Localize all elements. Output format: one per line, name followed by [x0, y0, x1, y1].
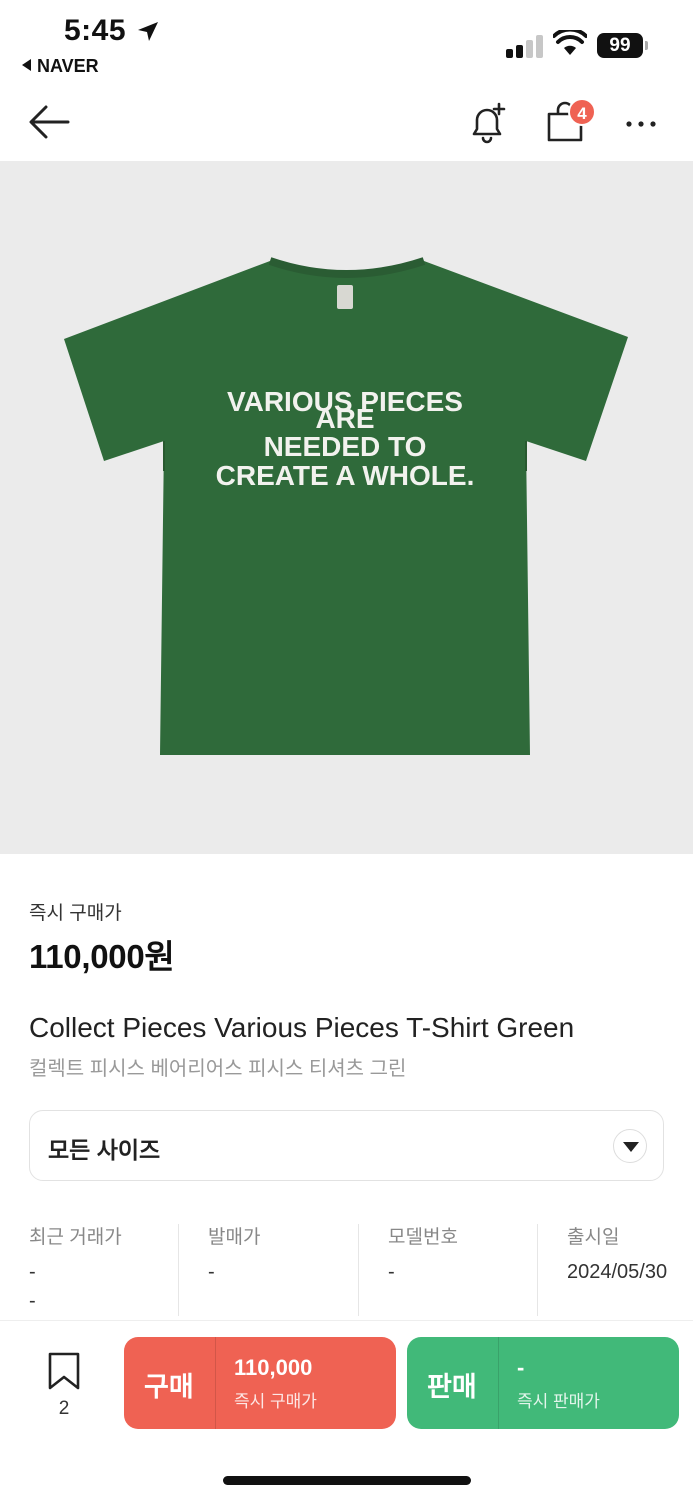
shirt-print-line-2: ARE	[315, 403, 374, 434]
bell-plus-icon	[472, 102, 506, 144]
info-divider	[358, 1224, 359, 1316]
location-arrow-icon	[138, 22, 158, 41]
bottom-action-bar: 2 구매 110,000 즉시 구매가 판매 - 즉시 판매가	[0, 1320, 693, 1500]
size-selector[interactable]: 모든 사이즈	[29, 1110, 664, 1181]
info-key: 모델번호	[388, 1227, 458, 1248]
back-arrow-icon	[29, 105, 70, 139]
info-value-secondary: -	[29, 1290, 36, 1312]
home-indicator[interactable]	[223, 1476, 471, 1485]
sell-button-amount: -	[517, 1355, 525, 1380]
battery-indicator: 99	[597, 33, 643, 58]
buy-button-amount: 110,000	[234, 1355, 313, 1380]
info-recent-trade: 최근 거래가 - -	[29, 1222, 122, 1318]
wifi-icon	[553, 30, 587, 55]
battery-nub	[645, 41, 648, 50]
more-icon	[626, 121, 656, 127]
product-info-grid: 최근 거래가 - - 발매가 - 모델번호 - 출시일 2024/05/30	[0, 1222, 693, 1318]
info-value: 2024/05/30	[567, 1261, 668, 1283]
t-shirt-image: VARIOUS PIECES ARE NEEDED TO CREATE A WH…	[64, 257, 628, 755]
buy-button-label: 구매	[144, 1372, 194, 1402]
top-navigation-bar: 4	[0, 84, 693, 160]
buy-button[interactable]: 구매 110,000 즉시 구매가	[124, 1337, 396, 1429]
buy-button-divider	[215, 1337, 216, 1429]
signal-icon	[506, 34, 546, 58]
info-release-price: 발매가 -	[208, 1222, 260, 1318]
more-options-button[interactable]	[624, 116, 658, 134]
info-model-number: 모델번호 -	[388, 1222, 458, 1318]
back-triangle-icon	[22, 59, 31, 71]
instant-buy-price: 110,000원	[29, 938, 175, 975]
status-time: 5:45	[64, 14, 127, 47]
info-divider	[178, 1224, 179, 1316]
back-button[interactable]	[28, 104, 70, 145]
wishlist-count: 2	[58, 1398, 70, 1419]
info-release-date: 출시일 2024/05/30	[567, 1222, 667, 1318]
info-value: -	[208, 1261, 215, 1283]
sell-button-label: 판매	[427, 1372, 477, 1402]
back-to-app-link[interactable]: NAVER	[22, 56, 99, 77]
info-value: -	[29, 1261, 36, 1283]
product-title-ko: 컬렉트 피시스 베어리어스 피시스 티셔츠 그린	[29, 1058, 407, 1080]
product-title-en: Collect Pieces Various Pieces T-Shirt Gr…	[29, 1012, 575, 1043]
shirt-print-line-3: NEEDED TO	[264, 431, 427, 462]
cart-count-badge: 4	[568, 98, 596, 126]
shirt-print-line-4: CREATE A WHOLE.	[216, 460, 475, 491]
sell-button-divider	[498, 1337, 499, 1429]
info-key: 출시일	[567, 1227, 620, 1248]
status-bar: 5:45 NAVER 99	[0, 0, 693, 84]
buy-button-sublabel: 즉시 구매가	[234, 1392, 317, 1411]
product-image[interactable]: VARIOUS PIECES ARE NEEDED TO CREATE A WH…	[0, 161, 693, 854]
chevron-down-icon	[613, 1129, 647, 1163]
sell-button[interactable]: 판매 - 즉시 판매가	[407, 1337, 679, 1429]
info-divider	[537, 1224, 538, 1316]
price-label: 즉시 구매가	[29, 903, 122, 924]
info-key: 최근 거래가	[29, 1227, 122, 1248]
info-key: 발매가	[208, 1227, 261, 1248]
info-value: -	[388, 1261, 395, 1283]
back-app-label: NAVER	[37, 56, 99, 76]
sell-button-sublabel: 즉시 판매가	[517, 1392, 600, 1411]
bookmark-icon	[48, 1352, 80, 1390]
wishlist-button[interactable]: 2	[46, 1351, 82, 1420]
notification-add-button[interactable]	[466, 100, 510, 151]
size-selector-label: 모든 사이즈	[48, 1137, 161, 1163]
